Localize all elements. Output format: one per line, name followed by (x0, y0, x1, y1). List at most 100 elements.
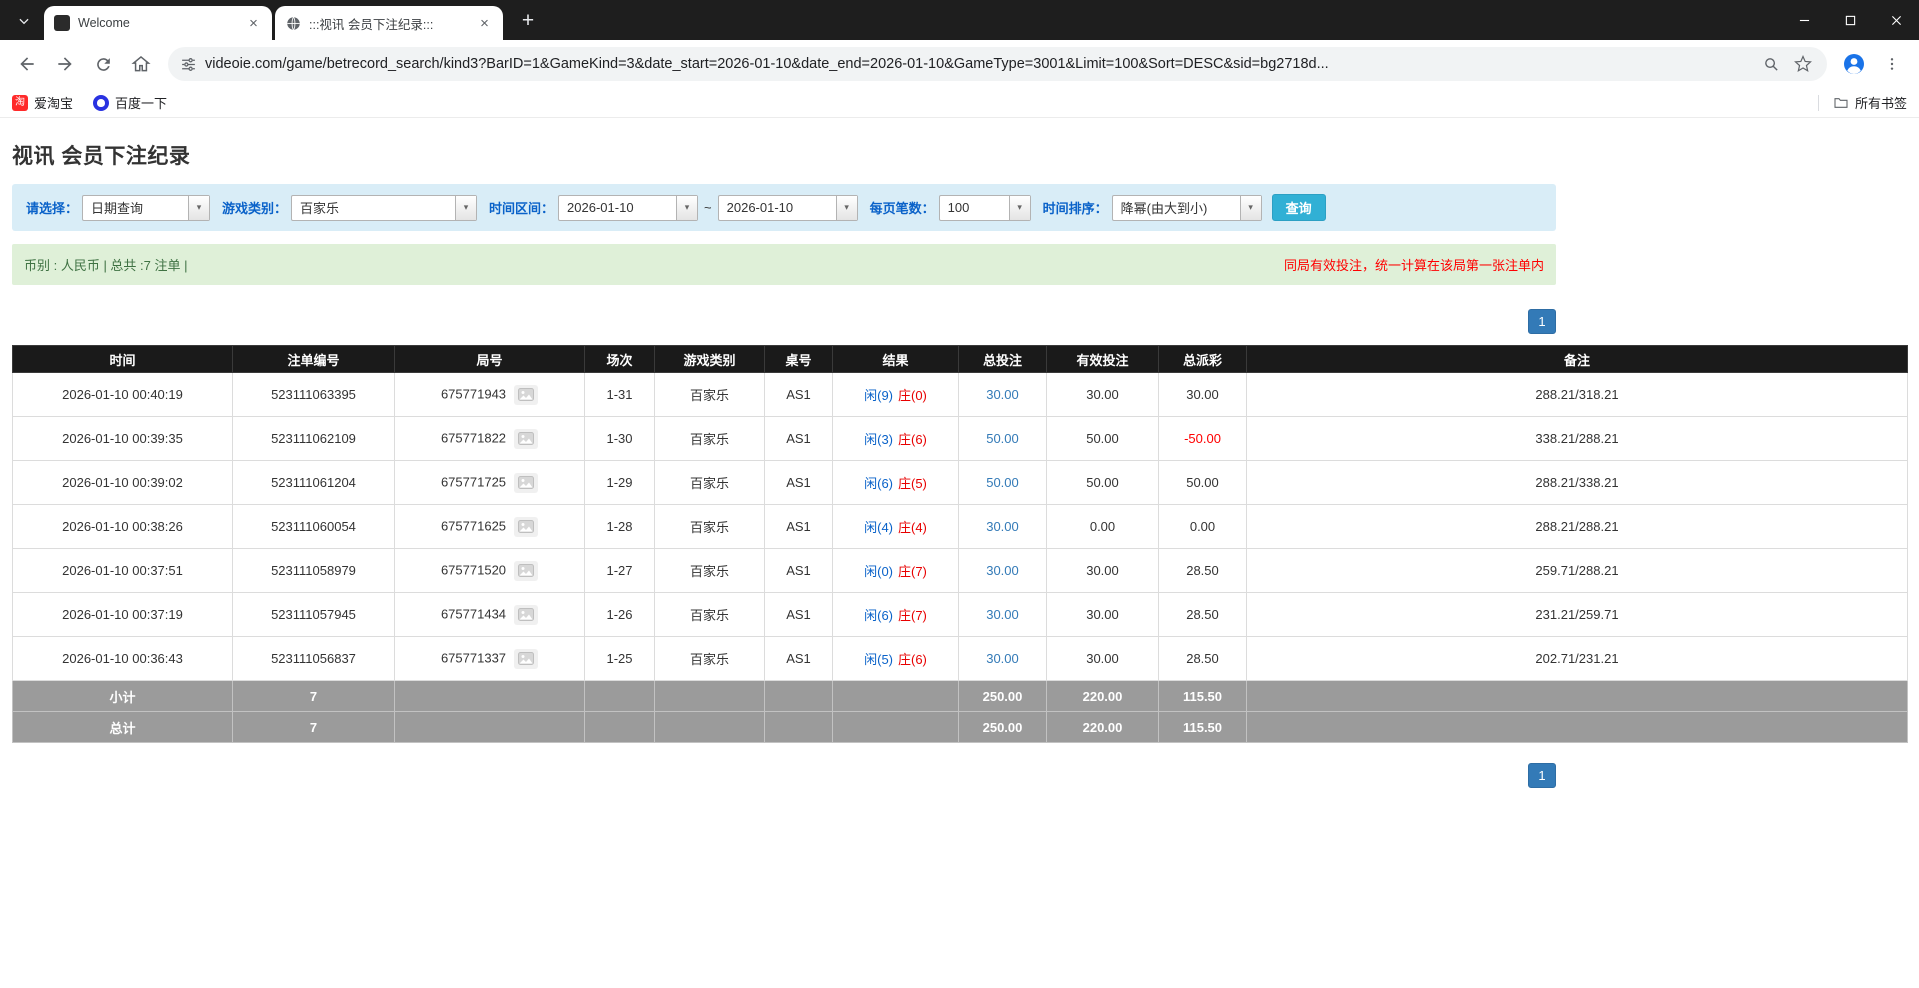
search-button[interactable]: 查询 (1272, 194, 1326, 221)
snapshot-image-icon (518, 564, 534, 577)
maximize-button[interactable] (1827, 0, 1873, 40)
date-range-label: 时间区间： (489, 198, 554, 217)
bookmark-star-button[interactable] (1791, 52, 1815, 76)
divider (1818, 95, 1819, 111)
total-bet-link[interactable]: 30.00 (986, 651, 1019, 666)
cell-time: 2026-01-10 00:39:35 (13, 417, 233, 461)
address-bar[interactable]: videoie.com/game/betrecord_search/kind3?… (168, 47, 1827, 81)
magnifier-icon (1763, 56, 1780, 73)
total-bet-link[interactable]: 30.00 (986, 387, 1019, 402)
cell-note: 288.21/338.21 (1247, 461, 1908, 505)
cell-round: 675771822 (395, 417, 585, 461)
tab-betrecord[interactable]: :::视讯 会员下注纪录::: × (275, 6, 503, 40)
chevron-down-icon[interactable]: ▾ (1240, 196, 1261, 220)
cell-round: 675771943 (395, 373, 585, 417)
snapshot-image-icon (518, 520, 534, 533)
tab-bar: Welcome × :::视讯 会员下注纪录::: × + (0, 0, 1919, 40)
tab-welcome[interactable]: Welcome × (44, 6, 272, 40)
round-snapshot-button[interactable] (514, 429, 538, 449)
cell-round: 675771625 (395, 505, 585, 549)
date-end-select[interactable]: 2026-01-10 ▾ (718, 195, 858, 221)
cell-result: 闲(5) 庄(6) (833, 637, 959, 681)
page-1-button[interactable]: 1 (1528, 309, 1556, 334)
three-dots-icon (1884, 56, 1900, 72)
sort-select[interactable]: 降幂(由大到小) ▾ (1112, 195, 1262, 221)
notice-text: 同局有效投注，统一计算在该局第一张注单内 (1284, 255, 1544, 274)
browser-menu-button[interactable] (1875, 47, 1909, 81)
chevron-down-icon[interactable]: ▾ (455, 196, 476, 220)
round-snapshot-button[interactable] (514, 605, 538, 625)
total-bet-link[interactable]: 30.00 (986, 563, 1019, 578)
profile-avatar[interactable] (1837, 47, 1871, 81)
column-header: 游戏类别 (655, 346, 765, 373)
chevron-down-icon (17, 14, 31, 28)
site-info-icon[interactable] (180, 56, 197, 73)
round-snapshot-button[interactable] (514, 473, 538, 493)
column-header: 桌号 (765, 346, 833, 373)
round-snapshot-button[interactable] (514, 649, 538, 669)
tab-close-icon[interactable]: × (245, 15, 262, 32)
cell-session: 1-28 (585, 505, 655, 549)
result-banker: 庄(0) (898, 388, 927, 403)
cell-table: AS1 (765, 549, 833, 593)
cell-session: 1-26 (585, 593, 655, 637)
column-header: 备注 (1247, 346, 1908, 373)
cell-payout: -50.00 (1159, 417, 1247, 461)
zoom-button[interactable] (1759, 52, 1783, 76)
sort-label: 时间排序： (1043, 198, 1108, 217)
cell-session: 1-30 (585, 417, 655, 461)
total-bet-link[interactable]: 30.00 (986, 607, 1019, 622)
bookmark-taobao[interactable]: 淘 爱淘宝 (12, 93, 73, 112)
date-start-select[interactable]: 2026-01-10 ▾ (558, 195, 698, 221)
summary-total-bet: 250.00 (959, 681, 1047, 712)
round-snapshot-button[interactable] (514, 385, 538, 405)
chevron-down-icon[interactable]: ▾ (836, 196, 857, 220)
tab-close-icon[interactable]: × (476, 15, 493, 32)
bookmark-label: 百度一下 (115, 93, 167, 112)
cell-result: 闲(6)庄(7) (833, 593, 959, 637)
result-banker: 庄(6) (898, 652, 927, 667)
per-page-select[interactable]: 100 ▾ (939, 195, 1031, 221)
cell-total-bet: 30.00 (959, 505, 1047, 549)
forward-button[interactable] (48, 47, 82, 81)
column-header: 结果 (833, 346, 959, 373)
folder-icon (1833, 95, 1849, 111)
cell-round: 675771434 (395, 593, 585, 637)
result-player: 闲(5) (864, 652, 893, 667)
minimize-button[interactable] (1781, 0, 1827, 40)
currency-summary-text: 币别 : 人民币 | 总共 :7 注单 | (24, 255, 188, 274)
cell-total-bet: 50.00 (959, 461, 1047, 505)
tab-search-button[interactable] (10, 7, 38, 35)
url-text[interactable]: videoie.com/game/betrecord_search/kind3?… (205, 56, 1751, 72)
all-bookmarks-button[interactable]: 所有书签 (1818, 93, 1907, 112)
total-bet-link[interactable]: 50.00 (986, 475, 1019, 490)
cell-payout: 28.50 (1159, 549, 1247, 593)
chevron-down-icon[interactable]: ▾ (188, 196, 209, 220)
round-snapshot-button[interactable] (514, 517, 538, 537)
refresh-button[interactable] (86, 47, 120, 81)
round-snapshot-button[interactable] (514, 561, 538, 581)
chevron-down-icon[interactable]: ▾ (676, 196, 697, 220)
cell-total-bet: 50.00 (959, 417, 1047, 461)
cell-time: 2026-01-10 00:37:19 (13, 593, 233, 637)
cell-bet-id: 523111062109 (233, 417, 395, 461)
bookmark-baidu[interactable]: 百度一下 (93, 93, 167, 112)
cell-note: 288.21/318.21 (1247, 373, 1908, 417)
query-type-select[interactable]: 日期查询 ▾ (82, 195, 210, 221)
new-tab-button[interactable]: + (514, 7, 542, 35)
summary-valid-bet: 220.00 (1047, 681, 1159, 712)
home-button[interactable] (124, 47, 158, 81)
total-bet-link[interactable]: 30.00 (986, 519, 1019, 534)
total-bet-link[interactable]: 50.00 (986, 431, 1019, 446)
page-1-button[interactable]: 1 (1528, 763, 1556, 788)
summary-total-bet: 250.00 (959, 712, 1047, 743)
close-button[interactable] (1873, 0, 1919, 40)
chevron-down-icon[interactable]: ▾ (1009, 196, 1030, 220)
summary-label: 小计 (13, 681, 233, 712)
back-button[interactable] (10, 47, 44, 81)
game-kind-select[interactable]: 百家乐 ▾ (291, 195, 477, 221)
cell-valid-bet: 30.00 (1047, 373, 1159, 417)
summary-count: 7 (233, 681, 395, 712)
bet-row: 2026-01-10 00:39:02523111061204675771725… (13, 461, 1908, 505)
result-player: 闲(3) (864, 432, 893, 447)
